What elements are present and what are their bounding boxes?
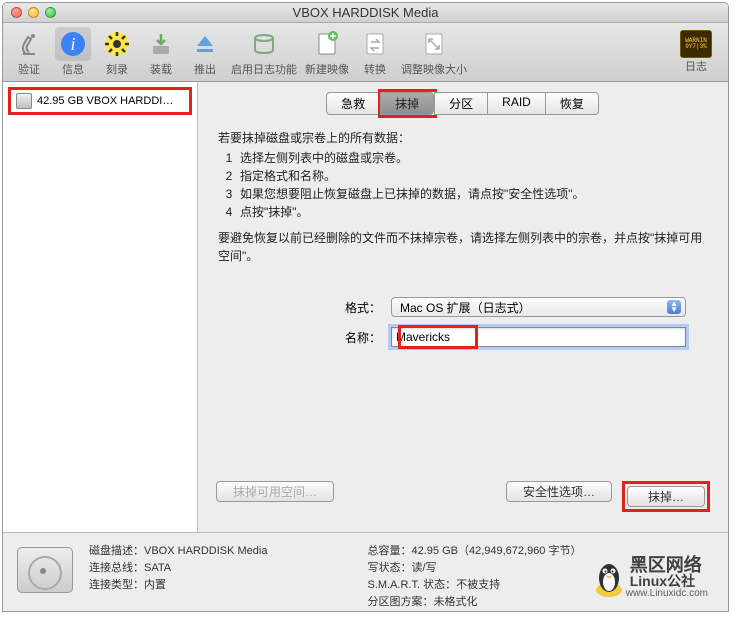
step-3: 如果您想要阻止恢复磁盘上已抹掉的数据，请点按"安全性选项"。 xyxy=(218,185,708,203)
tab-firstaid[interactable]: 急救 xyxy=(326,92,380,115)
close-button[interactable] xyxy=(11,7,22,18)
step-1: 选择左侧列表中的磁盘或宗卷。 xyxy=(218,149,708,167)
toolbar-log[interactable]: WARNIN 9Y7|3% 日志 xyxy=(680,30,712,74)
harddisk-icon xyxy=(16,93,32,109)
step-2: 指定格式和名称。 xyxy=(218,167,708,185)
security-options-button[interactable]: 安全性选项… xyxy=(506,481,612,502)
main-panel: 急救 抹掉 分区 RAID 恢复 若要抹掉磁盘或宗卷上的所有数据： 选择左侧列表… xyxy=(198,82,728,532)
mount-icon xyxy=(147,30,175,58)
disk-label: 42.95 GB VBOX HARDDI… xyxy=(37,95,173,107)
svg-text:i: i xyxy=(70,34,75,54)
format-label: 格式： xyxy=(216,299,391,316)
traffic-lights xyxy=(3,7,56,18)
instructions: 若要抹掉磁盘或宗卷上的所有数据： 选择左侧列表中的磁盘或宗卷。 指定格式和名称。… xyxy=(216,125,710,273)
erase-button[interactable]: 抹掉… xyxy=(627,486,705,507)
footer-left: 磁盘描述：VBOX HARDDISK Media 连接总线：SATA 连接类型：… xyxy=(89,543,267,602)
name-label: 名称： xyxy=(216,329,391,346)
toolbar-eject[interactable]: 推出 xyxy=(187,27,223,77)
erase-free-space-button[interactable]: 抹掉可用空间… xyxy=(216,481,334,502)
toolbar-burn[interactable]: 刻录 xyxy=(99,27,135,77)
titlebar: VBOX HARDDISK Media xyxy=(3,3,728,23)
journal-icon xyxy=(250,30,278,58)
watermark: 黑区网络 Linux公社 www.Linuxidc.com xyxy=(592,556,708,599)
toolbar-info[interactable]: i 信息 xyxy=(55,27,91,77)
resize-icon xyxy=(420,30,448,58)
window-title: VBOX HARDDISK Media xyxy=(3,5,728,20)
toolbar-new-image[interactable]: 新建映像 xyxy=(305,27,349,77)
toolbar-verify[interactable]: 验证 xyxy=(11,27,47,77)
burn-icon xyxy=(103,30,131,58)
harddisk-large-icon xyxy=(17,547,73,593)
toolbar-enable-journal[interactable]: 启用日志功能 xyxy=(231,27,297,77)
toolbar-resize[interactable]: 调整映像大小 xyxy=(401,27,467,77)
tabs: 急救 抹掉 分区 RAID 恢复 xyxy=(216,92,710,115)
tab-partition[interactable]: 分区 xyxy=(434,92,488,115)
new-image-icon xyxy=(313,30,341,58)
tab-erase[interactable]: 抹掉 xyxy=(380,92,434,115)
convert-icon xyxy=(361,30,389,58)
name-input[interactable] xyxy=(391,327,686,347)
info-icon: i xyxy=(59,30,87,58)
step-4: 点按"抹掉"。 xyxy=(218,203,708,221)
sidebar-disk-item[interactable]: 42.95 GB VBOX HARDDI… xyxy=(8,87,192,115)
warn-text: 要避免恢复以前已经删除的文件而不抹掉宗卷，请选择左侧列表中的宗卷，并点按"抹掉可… xyxy=(218,229,708,265)
toolbar-mount[interactable]: 装载 xyxy=(143,27,179,77)
tux-icon xyxy=(592,558,626,598)
format-select[interactable]: Mac OS 扩展（日志式） ▲▼ xyxy=(391,297,686,317)
warning-icon: WARNIN 9Y7|3% xyxy=(680,30,712,58)
eject-icon xyxy=(191,30,219,58)
tab-restore[interactable]: 恢复 xyxy=(545,92,599,115)
tab-raid[interactable]: RAID xyxy=(487,92,546,115)
microscope-icon xyxy=(15,30,43,58)
intro-text: 若要抹掉磁盘或宗卷上的所有数据： xyxy=(218,129,708,147)
minimize-button[interactable] xyxy=(28,7,39,18)
zoom-button[interactable] xyxy=(45,7,56,18)
toolbar: 验证 i 信息 刻录 装载 推出 启用日志功能 新建映像 转换 xyxy=(3,23,728,82)
button-row: 抹掉可用空间… 安全性选项… 抹掉… xyxy=(216,471,710,522)
footer-right: 总容量：42.95 GB（42,949,672,960 字节） 写状态：读/写 … xyxy=(367,543,581,602)
toolbar-convert[interactable]: 转换 xyxy=(357,27,393,77)
erase-form: 格式： Mac OS 扩展（日志式） ▲▼ 名称： xyxy=(216,297,710,357)
disk-utility-window: VBOX HARDDISK Media 验证 i 信息 刻录 装载 推出 启用日… xyxy=(2,2,729,612)
sidebar: 42.95 GB VBOX HARDDI… xyxy=(3,82,198,532)
